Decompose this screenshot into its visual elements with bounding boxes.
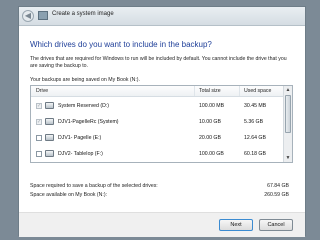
column-divider [194, 86, 195, 96]
drive-icon [45, 134, 54, 141]
drive-total-size: 100.00 MB [199, 103, 225, 109]
drive-icon [45, 150, 54, 157]
drive-used-space: 5.36 GB [244, 119, 264, 125]
space-required-line: Space required to save a backup of the s… [30, 183, 293, 189]
drive-name: System Reserved (D:) [58, 103, 110, 109]
space-required-value: 67.84 GB [267, 183, 289, 189]
cancel-button[interactable]: Cancel [259, 219, 293, 231]
column-header-total-size[interactable]: Total size [199, 88, 221, 94]
drive-checkbox[interactable] [36, 151, 42, 157]
button-bar: Next Cancel [19, 212, 305, 237]
space-available-label: Space available on My Book (N:): [30, 192, 107, 198]
scroll-down-icon[interactable]: ▼ [284, 154, 292, 162]
drive-list: Drive Total size Used space ✓ System Res… [30, 85, 293, 163]
page-description: The drives that are required for Windows… [30, 56, 287, 69]
drive-row[interactable]: ✓ System Reserved (D:) 100.00 MB 30.45 M… [31, 98, 285, 114]
drive-icon [45, 102, 54, 109]
drive-checkbox[interactable] [36, 135, 42, 141]
drive-total-size: 20.00 GB [199, 135, 221, 141]
space-available-value: 260.59 GB [264, 192, 289, 198]
drive-icon [45, 118, 54, 125]
column-divider [239, 86, 240, 96]
space-available-line: Space available on My Book (N:): 260.59 … [30, 192, 293, 198]
backup-app-icon [38, 11, 48, 20]
back-arrow-icon[interactable]: ◀ [22, 10, 34, 22]
column-header-drive[interactable]: Drive [36, 88, 48, 94]
scrollbar-thumb[interactable] [285, 95, 291, 133]
drive-checkbox: ✓ [36, 103, 42, 109]
page-heading: Which drives do you want to include in t… [30, 40, 212, 49]
drive-name: DJV1-PageIleRc (System) [58, 119, 119, 125]
drive-used-space: 30.45 MB [244, 103, 267, 109]
drive-name: DJV2- TableIop (F:) [58, 151, 103, 157]
drive-list-header: Drive Total size Used space [31, 86, 285, 97]
wizard-content: Which drives do you want to include in t… [19, 26, 305, 212]
column-header-used-space[interactable]: Used space [244, 88, 271, 94]
window-title: Create a system image [52, 11, 114, 17]
scroll-up-icon[interactable]: ▲ [284, 86, 292, 94]
drive-row[interactable]: ✓ DJV1-PageIleRc (System) 10.00 GB 5.36 … [31, 114, 285, 130]
backup-location-text: Your backups are being saved on My Book … [30, 77, 140, 83]
vertical-scrollbar[interactable]: ▲ ▼ [283, 86, 292, 162]
next-button[interactable]: Next [219, 219, 253, 231]
drive-used-space: 60.18 GB [244, 151, 266, 157]
drive-row[interactable]: DJV1- PageIle (E:) 20.00 GB 12.64 GB [31, 130, 285, 146]
dialog-window: ◀ Create a system image Which drives do … [18, 6, 306, 237]
drive-total-size: 10.00 GB [199, 119, 221, 125]
drive-checkbox: ✓ [36, 119, 42, 125]
drive-total-size: 100.00 GB [199, 151, 224, 157]
drive-name: DJV1- PageIle (E:) [58, 135, 102, 141]
space-required-label: Space required to save a backup of the s… [30, 183, 158, 189]
drive-row[interactable]: DJV2- TableIop (F:) 100.00 GB 60.18 GB [31, 146, 285, 162]
title-bar: ◀ Create a system image [19, 7, 305, 26]
drive-used-space: 12.64 GB [244, 135, 266, 141]
